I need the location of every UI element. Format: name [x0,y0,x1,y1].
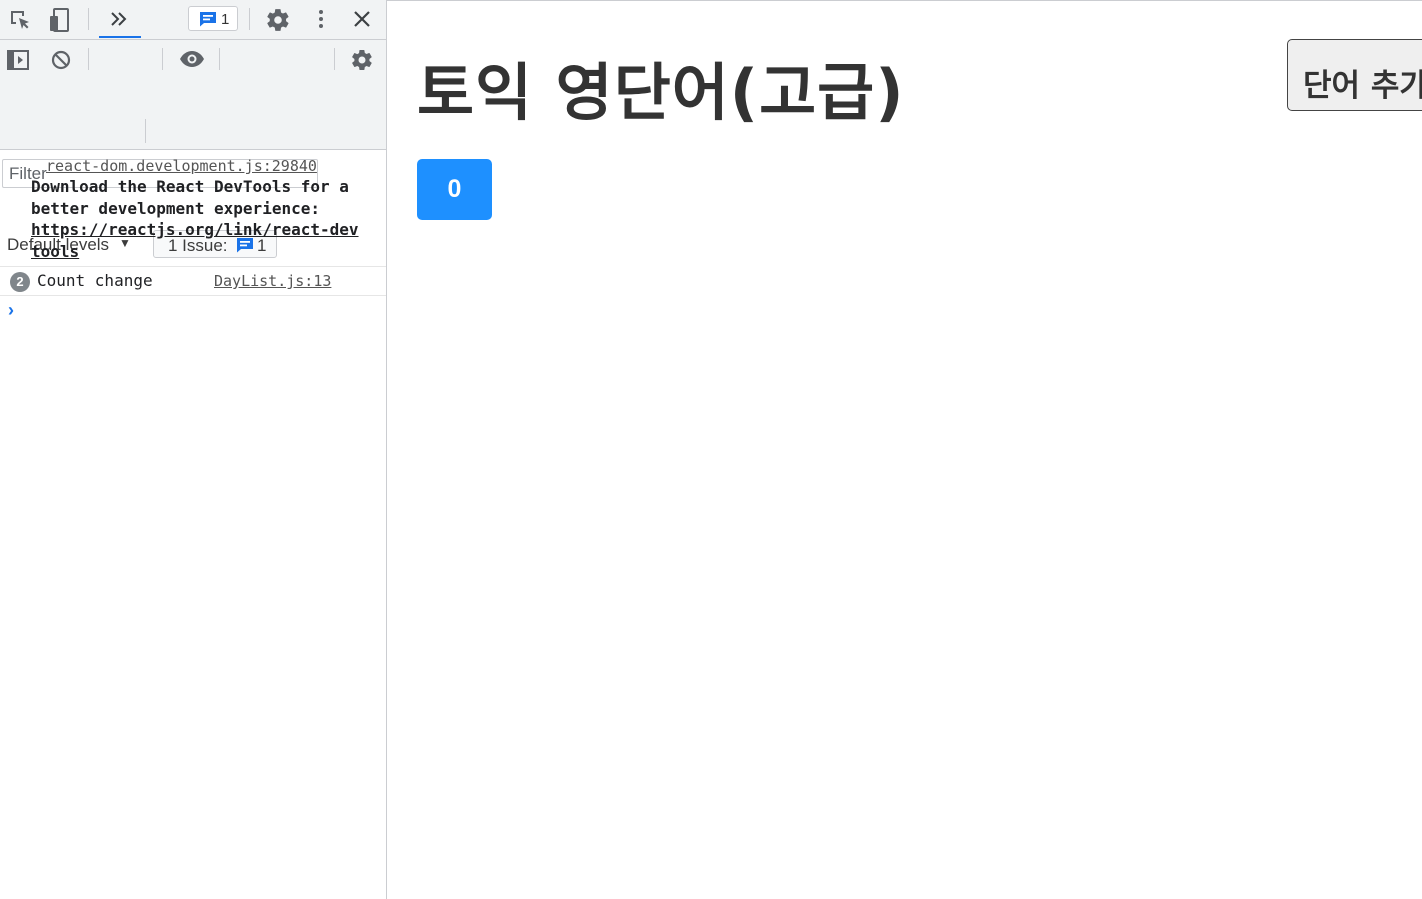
device-toolbar-icon[interactable] [48,7,72,33]
page-title: 토익 영단어(고급) [417,56,905,129]
toolbar-separator [249,8,250,30]
active-tab-indicator [99,36,141,38]
devtools-main-toolbar: 1 [0,0,386,40]
toolbar-separator [162,48,163,70]
console-message: 2 Count change DayList.js:13 [0,267,386,296]
console-message-text: Download the React DevTools for a better… [31,176,386,219]
console-message-link[interactable]: https://reactjs.org/link/react-devtools [31,219,361,262]
more-tabs-chevron-icon[interactable] [109,10,129,28]
source-link[interactable]: react-dom.development.js:29840 [46,157,317,175]
filter-bar [0,79,386,188]
toolbar-separator [88,8,89,30]
add-word-button[interactable]: 단어 추가 [1287,39,1422,111]
count-button[interactable]: 0 [417,159,492,220]
issues-count: 1 [221,11,230,28]
console-prompt-chevron-icon[interactable]: › [8,300,14,321]
toolbar-separator [219,48,220,70]
toolbar-separator [334,48,335,70]
close-icon[interactable] [351,8,373,30]
console-message-text: Count change [37,271,153,290]
more-options-icon[interactable] [310,8,332,30]
levels-bar: Default levels ▼ 1 Issue: 1 [0,114,386,258]
sidebar-toggle-icon[interactable] [6,49,30,71]
repeat-count-badge: 2 [10,272,30,292]
clear-console-icon[interactable] [50,49,72,71]
toolbar-separator [145,119,146,143]
page-top-border [387,0,1422,1]
live-expression-eye-icon[interactable] [179,50,205,68]
console-settings-gear-icon[interactable] [350,48,374,72]
inspect-element-icon[interactable] [8,8,32,32]
devtools-panel: 1 top ▼ [0,0,387,899]
issues-counter-button[interactable]: 1 [188,6,238,31]
console-toolbar: top ▼ [0,40,386,108]
console-message: react-dom.development.js:29840 Download … [0,150,386,267]
message-icon [200,12,216,27]
toolbar-separator [88,48,89,70]
source-link[interactable]: DayList.js:13 [214,272,331,290]
console-message-body: Download the React DevTools for a better… [31,177,349,218]
settings-gear-icon[interactable] [265,7,291,33]
